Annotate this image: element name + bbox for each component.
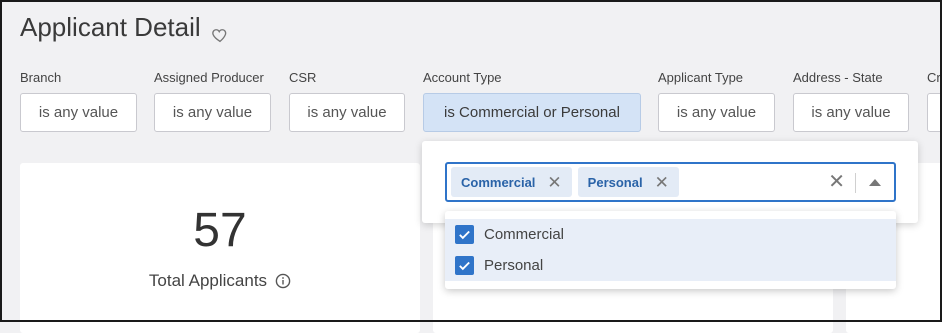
account-type-options-list: Commercial Personal — [445, 211, 896, 289]
remove-chip-icon[interactable]: ✕ — [547, 174, 561, 191]
filter-cr: Cr — [927, 70, 942, 132]
filter-csr-button[interactable]: is any value — [289, 93, 405, 132]
filter-address-state-button[interactable]: is any value — [793, 93, 909, 132]
filter-assigned-producer-button[interactable]: is any value — [154, 93, 271, 132]
filter-applicant-type-button[interactable]: is any value — [658, 93, 775, 132]
account-type-multiselect[interactable]: Commercial ✕ Personal ✕ ✕ — [445, 162, 896, 202]
filter-label: Assigned Producer — [154, 70, 264, 85]
filter-applicant-type: Applicant Type is any value — [658, 70, 775, 132]
filter-label: CSR — [289, 70, 317, 85]
checkbox-checked-icon[interactable] — [455, 225, 474, 244]
option-commercial[interactable]: Commercial — [445, 219, 896, 250]
filter-address-state: Address - State is any value — [793, 70, 909, 132]
info-circle-icon[interactable] — [275, 273, 291, 289]
divider — [855, 173, 856, 193]
checkbox-checked-icon[interactable] — [455, 256, 474, 275]
heart-outline-icon[interactable] — [211, 20, 229, 42]
kpi-value: 57 — [193, 204, 247, 257]
chip-label: Personal — [587, 174, 643, 190]
filter-account-type: Account Type is Commercial or Personal — [423, 70, 641, 132]
filter-branch-button[interactable]: is any value — [20, 93, 137, 132]
kpi-caption-row: Total Applicants — [20, 271, 420, 291]
filter-account-type-button[interactable]: is Commercial or Personal — [423, 93, 641, 132]
filter-branch: Branch is any value — [20, 70, 137, 132]
kpi-card-total-applicants: 57 Total Applicants — [20, 163, 420, 333]
caret-up-icon[interactable] — [869, 179, 881, 186]
filter-label: Cr — [927, 70, 941, 85]
filter-label: Account Type — [423, 70, 502, 85]
filter-label: Branch — [20, 70, 62, 85]
chip-personal: Personal ✕ — [577, 167, 679, 197]
filter-assigned-producer: Assigned Producer is any value — [154, 70, 271, 132]
remove-chip-icon[interactable]: ✕ — [655, 174, 669, 191]
clear-all-icon[interactable]: ✕ — [828, 172, 845, 192]
filter-label: Address - State — [793, 70, 883, 85]
page-header: Applicant Detail — [20, 12, 229, 43]
filter-label: Applicant Type — [658, 70, 744, 85]
kpi-caption: Total Applicants — [148, 271, 268, 290]
option-label: Commercial — [484, 226, 565, 243]
option-personal[interactable]: Personal — [445, 250, 896, 281]
chip-label: Commercial — [461, 174, 536, 190]
page-title: Applicant Detail — [20, 12, 201, 42]
option-label: Personal — [484, 257, 544, 274]
filter-cr-button[interactable] — [927, 93, 942, 132]
filter-csr: CSR is any value — [289, 70, 405, 132]
chip-commercial: Commercial ✕ — [451, 167, 572, 197]
